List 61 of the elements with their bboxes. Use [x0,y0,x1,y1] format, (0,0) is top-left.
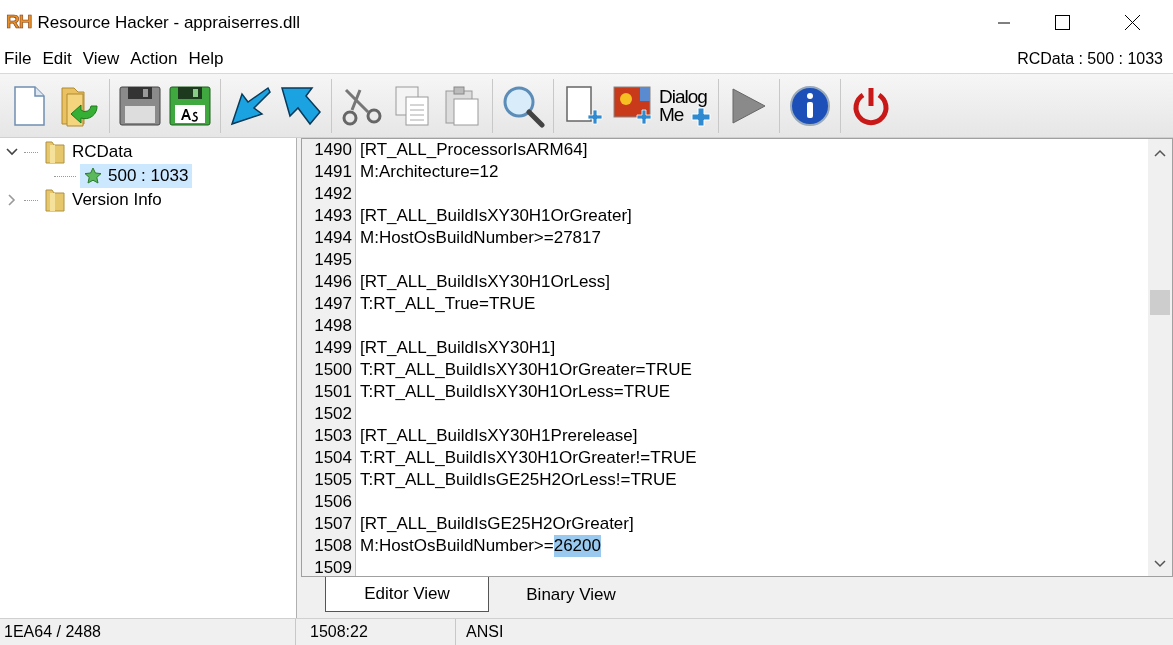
menu-item[interactable]: File [0,46,36,72]
folder-icon [44,140,66,164]
menu-item[interactable]: Edit [38,46,76,72]
line-number: 1503 [314,426,352,445]
code-line: T:RT_ALL_BuildIsXY30H1OrLess=TRUE [360,381,671,403]
line-number: 1502 [314,404,352,423]
code-line: T:RT_ALL_True=TRUE [360,293,536,315]
tree-item[interactable]: RCData [72,139,133,165]
line-number: 1494 [314,228,352,247]
code-line: T:RT_ALL_BuildIsGE25H2OrLess!=TRUE [360,469,677,491]
code-line: [RT_ALL_BuildIsXY30H1OrLess] [360,271,611,293]
code-line: [RT_ALL_BuildIsXY30H1Prerelease] [360,425,638,447]
selected-code-text: 26200 [553,535,601,557]
status-text: ANSI [466,622,504,642]
line-number: 1509 [314,558,352,577]
code-line: T:RT_ALL_BuildIsXY30H1OrGreater!=TRUE [360,447,697,469]
plus-icon [691,106,711,127]
code-line: T:RT_ALL_BuildIsXY30H1OrGreater=TRUE [360,359,692,381]
code-line: [RT_ALL_BuildIsGE25H2OrGreater] [360,513,634,535]
folder-icon [44,188,66,212]
line-number: 1495 [314,250,352,269]
status-text: 1508:22 [310,622,368,642]
code-line: [RT_ALL_BuildIsXY30H1OrGreater] [360,205,632,227]
code-line: M:HostOsBuildNumber>= [360,535,554,557]
line-number: 1506 [314,492,352,511]
code-editor[interactable] [301,138,1173,577]
app-logo: RH [6,10,32,35]
line-number: 1493 [314,206,352,225]
close-icon [1124,15,1140,30]
tree-item[interactable]: Version Info [72,187,162,213]
star-icon [84,167,102,185]
line-number: 1505 [314,470,352,489]
view-tab[interactable]: Editor View [325,577,489,612]
vertical-scrollbar[interactable] [1148,139,1172,576]
line-number: 1501 [314,382,352,401]
view-tab[interactable]: Binary View [489,577,653,612]
line-number: 1507 [314,514,352,533]
line-number: 1499 [314,338,352,357]
line-number: 1490 [314,140,352,159]
line-number: 1497 [314,294,352,313]
line-number: 1491 [314,162,352,181]
code-line: M:HostOsBuildNumber>=27817 [360,227,601,249]
code-line: [RT_ALL_BuildIsXY30H1] [360,337,556,359]
line-number: 1504 [314,448,352,467]
tree-item[interactable]: 500 : 1033 [80,164,193,188]
dialog-menu-button[interactable]: Dialog Me [659,78,713,133]
line-number: 1492 [314,184,352,203]
maximize-icon [1054,15,1070,30]
code-line: M:Architecture=12 [360,161,499,183]
status-text: 1EA64 / 2488 [4,622,101,642]
scrollbar-thumb[interactable] [1150,290,1170,315]
line-number: 1508 [314,536,352,555]
line-number: 1498 [314,316,352,335]
menu-item[interactable]: View [78,46,124,72]
code-line: [RT_ALL_ProcessorIsARM64] [360,139,588,161]
menu-item[interactable]: Action [126,46,182,72]
window-title: Resource Hacker - appraiserres.dll [37,11,301,34]
resource-id-label: RCData : 500 : 1033 [1017,49,1163,69]
line-number: 1500 [314,360,352,379]
line-number: 1496 [314,272,352,291]
menu-item[interactable]: Help [184,46,228,72]
